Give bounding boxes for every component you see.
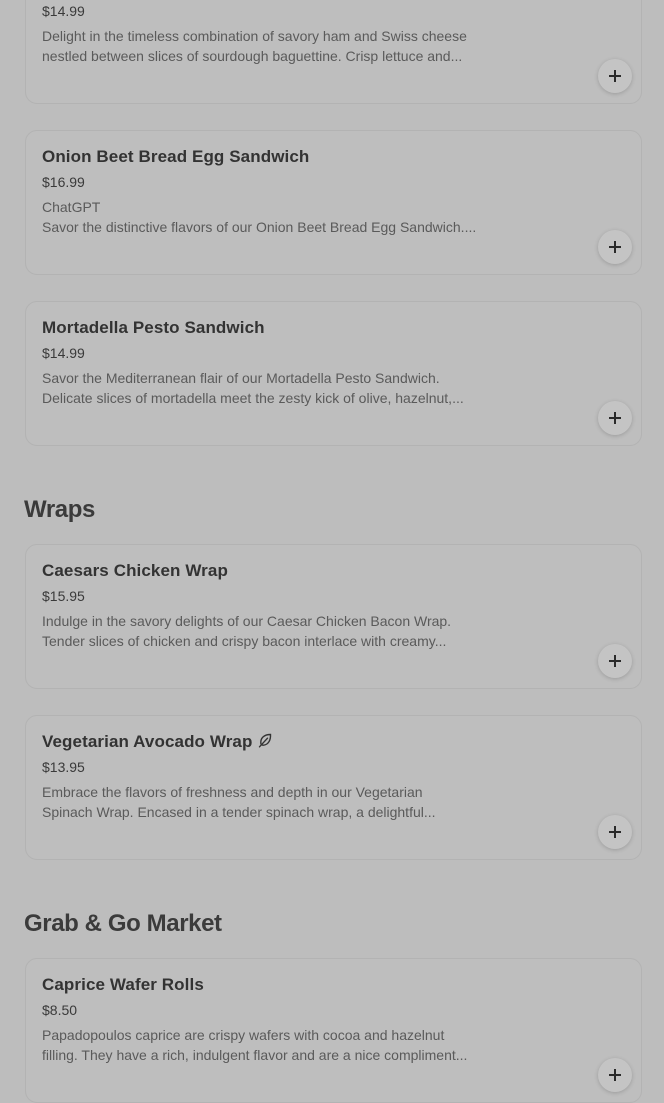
item-name: Caesars Chicken Wrap: [42, 561, 228, 580]
item-name-text: Vegetarian Avocado Wrap: [42, 732, 253, 751]
section-title-wraps: Wraps: [24, 496, 95, 523]
add-item-button[interactable]: [598, 230, 632, 264]
add-item-button[interactable]: [598, 401, 632, 435]
item-description: Embrace the flavors of freshness and dep…: [42, 782, 487, 822]
item-description: Delight in the timeless combination of s…: [42, 26, 487, 66]
item-description: Indulge in the savory delights of our Ca…: [42, 611, 487, 651]
item-description-line: filling. They have a rich, indulgent fla…: [42, 1047, 468, 1063]
item-price: $14.99: [42, 3, 85, 19]
item-description-line: nestled between slices of sourdough bagu…: [42, 48, 463, 64]
add-item-button[interactable]: [598, 1058, 632, 1092]
item-price: $8.50: [42, 1002, 78, 1018]
item-name: Caprice Wafer Rolls: [42, 975, 204, 994]
menu-page: $14.99 Delight in the timeless combinati…: [0, 0, 664, 1103]
item-description-line: Indulge in the savory delights of our Ca…: [42, 613, 452, 629]
menu-item-card[interactable]: Vegetarian Avocado Wrap $13.95 Embrace t…: [25, 715, 642, 860]
item-description: ChatGPT Savor the distinctive flavors of…: [42, 197, 487, 237]
add-item-button[interactable]: [598, 59, 632, 93]
plus-icon: [609, 70, 621, 82]
item-name: Vegetarian Avocado Wrap: [42, 732, 273, 753]
section-title-grab-and-go: Grab & Go Market: [24, 910, 222, 937]
plus-icon: [609, 412, 621, 424]
item-description-line: ChatGPT: [42, 199, 101, 215]
menu-item-card[interactable]: Onion Beet Bread Egg Sandwich $16.99 Cha…: [25, 130, 642, 275]
menu-item-card[interactable]: Caesars Chicken Wrap $15.95 Indulge in t…: [25, 544, 642, 689]
item-price: $13.95: [42, 759, 85, 775]
item-description-line: Delicate slices of mortadella meet the z…: [42, 390, 464, 406]
item-description: Savor the Mediterranean flair of our Mor…: [42, 368, 487, 408]
leaf-icon: [258, 733, 273, 753]
item-name: Onion Beet Bread Egg Sandwich: [42, 147, 310, 166]
item-description-line: Embrace the flavors of freshness and dep…: [42, 784, 423, 800]
plus-icon: [609, 826, 621, 838]
plus-icon: [609, 655, 621, 667]
item-price: $15.95: [42, 588, 85, 604]
plus-icon: [609, 1069, 621, 1081]
item-description-line: Papadopoulos caprice are crispy wafers w…: [42, 1027, 445, 1043]
item-description-line: Tender slices of chicken and crispy baco…: [42, 633, 447, 649]
menu-item-card[interactable]: $14.99 Delight in the timeless combinati…: [25, 0, 642, 104]
plus-icon: [609, 241, 621, 253]
add-item-button[interactable]: [598, 644, 632, 678]
item-price: $16.99: [42, 174, 85, 190]
item-description: Papadopoulos caprice are crispy wafers w…: [42, 1025, 487, 1065]
menu-item-card[interactable]: Caprice Wafer Rolls $8.50 Papadopoulos c…: [25, 958, 642, 1103]
item-description-line: Savor the distinctive flavors of our Oni…: [42, 219, 477, 235]
item-description-line: Delight in the timeless combination of s…: [42, 28, 467, 44]
menu-item-card[interactable]: Mortadella Pesto Sandwich $14.99 Savor t…: [25, 301, 642, 446]
item-description-line: Savor the Mediterranean flair of our Mor…: [42, 370, 440, 386]
add-item-button[interactable]: [598, 815, 632, 849]
item-description-line: Spinach Wrap. Encased in a tender spinac…: [42, 804, 436, 820]
item-price: $14.99: [42, 345, 85, 361]
item-name: Mortadella Pesto Sandwich: [42, 318, 265, 337]
